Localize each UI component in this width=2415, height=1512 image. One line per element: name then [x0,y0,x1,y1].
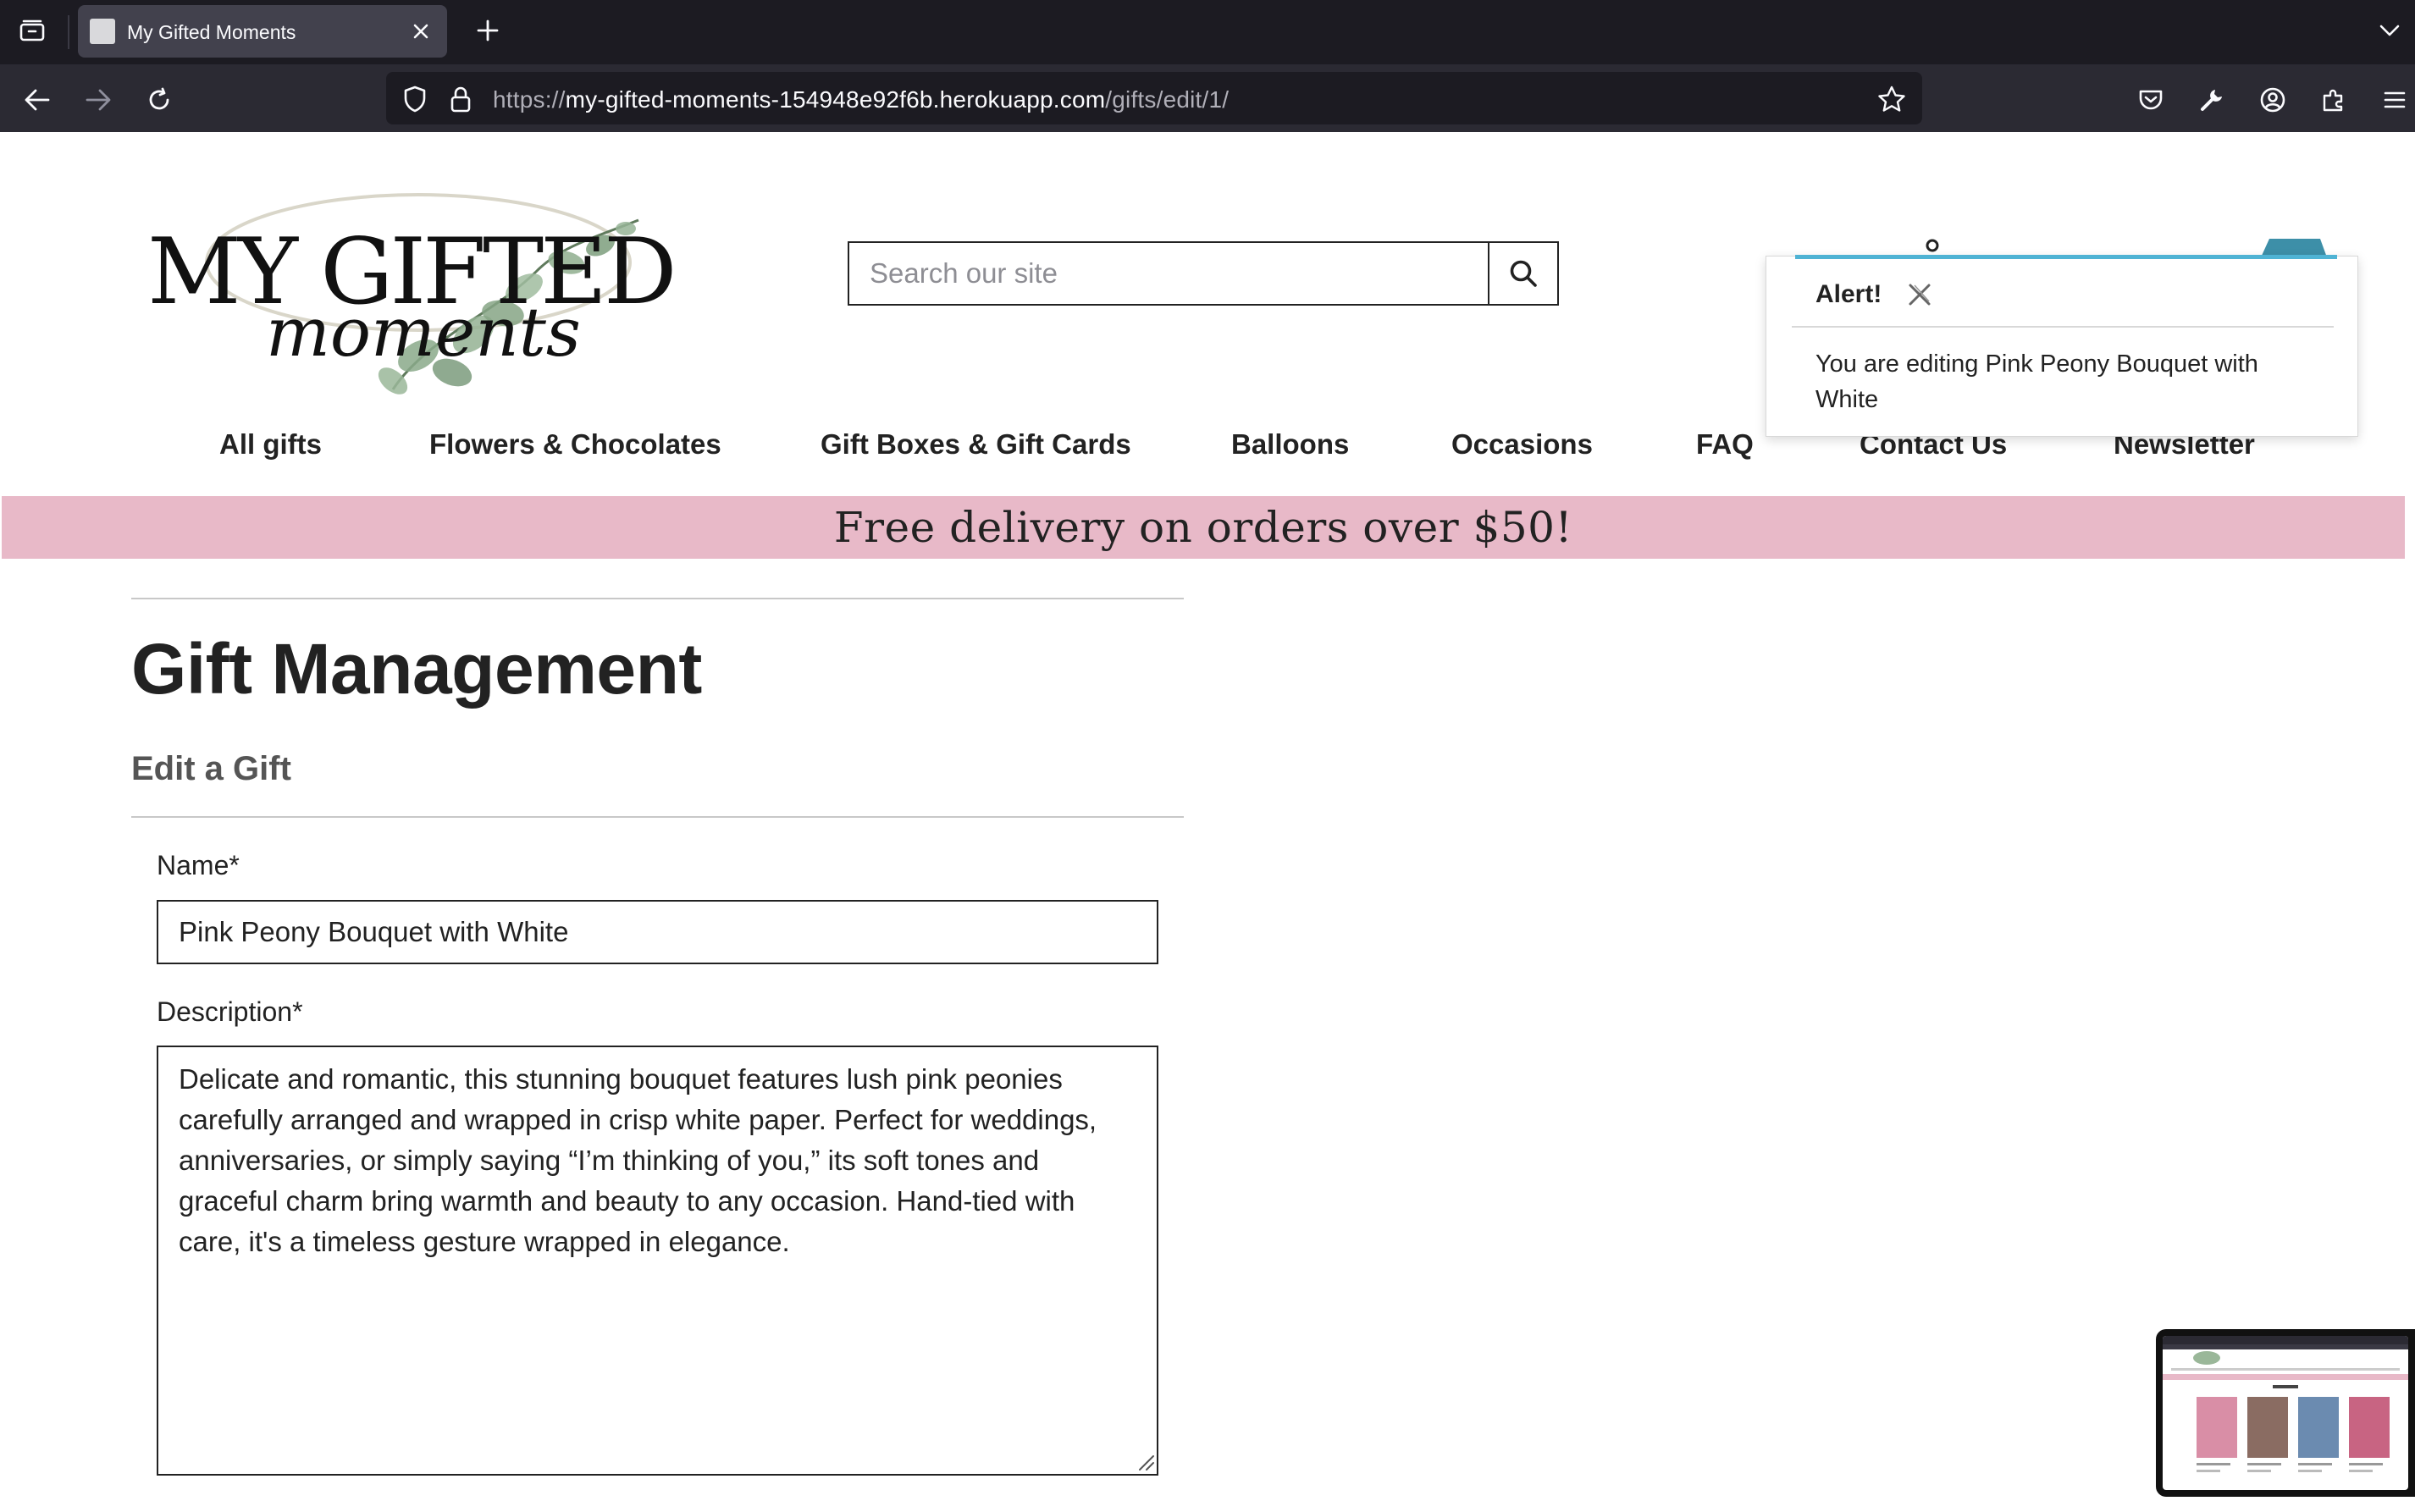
description-label: Description* [157,996,303,1027]
url-scheme: https:// [493,86,566,113]
nav-faq[interactable]: FAQ [1696,428,1754,461]
toast-accent-bar [1795,255,2337,259]
toast-close-icon[interactable] [1902,277,1937,312]
app-menu-hamburger-icon[interactable] [2374,80,2415,120]
divider-top [131,598,1184,599]
toast-title: Alert! [1815,280,1882,308]
pocket-icon[interactable] [2130,80,2171,120]
tab-favicon-icon [90,19,115,44]
page-title: Gift Management [131,629,702,709]
nav-gift-boxes-gift-cards[interactable]: Gift Boxes & Gift Cards [821,428,1131,461]
tab-separator [68,15,69,49]
textarea-resize-handle-icon[interactable] [1135,1451,1155,1471]
search-icon [1510,260,1537,287]
lock-icon[interactable] [444,82,478,116]
page-subtitle: Edit a Gift [131,750,291,787]
browser-nav-bar: https://my-gifted-moments-154948e92f6b.h… [0,64,2415,132]
reload-icon[interactable] [139,80,180,120]
nav-occasions[interactable]: Occasions [1451,428,1593,461]
nav-balloons[interactable]: Balloons [1231,428,1349,461]
tab-overview-icon[interactable] [14,12,51,49]
url-text[interactable]: https://my-gifted-moments-154948e92f6b.h… [493,86,1229,113]
screenshot-preview-thumbnail[interactable] [2156,1329,2415,1497]
toast-divider [1792,326,2334,328]
name-label: Name* [157,850,240,880]
main-nav-menu: All gifts Flowers & Chocolates Gift Boxe… [0,428,2415,496]
browser-tab-active[interactable]: My Gifted Moments [78,5,447,58]
site-search [848,241,1559,306]
banner-text: Free delivery on orders over $50! [833,503,1573,552]
description-field[interactable]: Delicate and romantic, this stunning bou… [157,1046,1158,1476]
list-all-tabs-chevron-icon[interactable] [2371,12,2408,49]
search-input[interactable] [849,243,1488,304]
toast-message: You are editing Pink Peony Bouquet with … [1815,350,2258,413]
nav-flowers-chocolates[interactable]: Flowers & Chocolates [429,428,721,461]
url-path: /gifts/edit/1/ [1105,86,1230,113]
page-content: MY GIFTED moments All gifts Flowers & Ch… [0,132,2415,1512]
address-bar[interactable]: https://my-gifted-moments-154948e92f6b.h… [386,72,1922,124]
site-logo[interactable]: MY GIFTED moments [139,161,677,406]
divider-form [131,816,1184,818]
tab-close-icon[interactable] [405,15,437,47]
url-host: my-gifted-moments-154948e92f6b.herokuapp… [565,86,1106,113]
new-tab-plus-icon[interactable] [469,12,506,49]
search-button[interactable] [1488,243,1557,304]
name-field[interactable] [157,900,1158,964]
tab-title: My Gifted Moments [127,21,296,43]
logo-text-script: moments [266,293,581,372]
free-delivery-banner: Free delivery on orders over $50! [2,496,2405,559]
tracking-protection-shield-icon[interactable] [398,82,432,116]
back-arrow-icon[interactable] [17,80,58,120]
forward-arrow-icon[interactable] [78,80,119,120]
browser-tab-bar: My Gifted Moments [0,0,2415,64]
nav-all-gifts[interactable]: All gifts [219,428,322,461]
account-icon[interactable] [2252,80,2293,120]
thumbnail-image [2163,1336,2408,1490]
bookmark-star-icon[interactable] [1875,82,1909,116]
tools-wrench-icon[interactable] [2191,80,2232,120]
alert-toast: Alert! You are editing Pink Peony Bouque… [1766,255,2358,437]
extensions-puzzle-icon[interactable] [2313,80,2354,120]
